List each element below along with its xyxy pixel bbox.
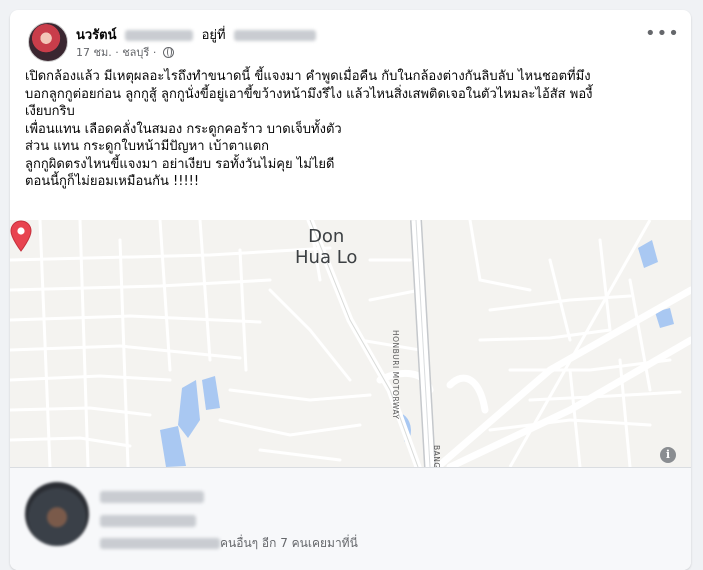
motorway-label-2: BANG: [432, 445, 441, 467]
author-surname-blurred: [125, 30, 194, 41]
more-options-button[interactable]: •••: [645, 24, 679, 48]
post-text-line: ลูกกูผิดตรงไหนขี้แจงมา อย่าเงียบ รอทั้งว…: [25, 156, 335, 172]
motorway-label: HONBURI MOTORWAY: [391, 330, 400, 420]
visitors-text: คนอื่นๆ อีก 7 คนเคยมาที่นี่: [220, 536, 358, 550]
post-location[interactable]: ชลบุรี: [122, 46, 149, 59]
place-name-blurred[interactable]: [234, 30, 317, 41]
map-info-icon[interactable]: i: [660, 447, 676, 463]
post-time[interactable]: 17 ชม.: [76, 46, 112, 59]
map-place-line1: Don: [308, 226, 345, 247]
globe-icon: [162, 47, 174, 58]
post-text-line: บอกลูกกูต่อยก่อน ลูกกูสู้ ลูกกูนั่งขี้อย…: [25, 86, 593, 102]
post-text-line: เงียบกริบ: [25, 104, 75, 119]
post-card: นวรัตน์ อยู่ที่ 17 ชม. · ชลบุรี · ••• เป…: [10, 10, 691, 570]
author-name[interactable]: นวรัตน์: [76, 28, 117, 43]
blurred-text: [100, 538, 220, 549]
post-text-line: ส่วน แทน กระดูกใบหน้ามีปัญหา เบ้าตาแตก: [25, 139, 270, 154]
location-map[interactable]: Don Hua Lo HONBURI MOTORWAY BANG i: [10, 220, 691, 467]
post-text-line: ตอนนี้กูก็ไม่ยอมเหมือนกัน !!!!!: [25, 174, 200, 189]
blurred-text: [100, 490, 204, 503]
place-thumbnail[interactable]: [25, 482, 89, 546]
post-text-line: เพื่อนแทน เลือดคลั่งในสมอง กระดูกคอร้าว …: [25, 121, 342, 137]
blurred-text: [100, 514, 196, 527]
place-category-blurred: [100, 510, 196, 529]
place-visitors: คนอื่นๆ อีก 7 คนเคยมาที่นี่: [100, 534, 358, 553]
post-header: นวรัตน์ อยู่ที่ 17 ชม. · ชลบุรี · •••: [10, 10, 691, 70]
meta-separator-2: ·: [152, 46, 157, 59]
map-pin-icon: [10, 220, 32, 252]
author-avatar[interactable]: [28, 22, 68, 62]
post-text-line: เปิดกล้องแล้ว มีเหตุผลอะไรถึงทำขนาดนี้ ข…: [25, 69, 591, 84]
map-place-label: Don Hua Lo: [295, 226, 357, 268]
place-title-blurred[interactable]: [100, 486, 204, 505]
author-line: นวรัตน์ อยู่ที่: [76, 24, 317, 45]
post-meta: 17 ชม. · ชลบุรี ·: [76, 43, 174, 61]
at-label: อยู่ที่: [201, 28, 226, 43]
meta-separator: ·: [115, 46, 119, 59]
map-place-line2: Hua Lo: [295, 247, 358, 268]
place-footer[interactable]: คนอื่นๆ อีก 7 คนเคยมาที่นี่: [10, 468, 691, 570]
post-text: เปิดกล้องแล้ว มีเหตุผลอะไรถึงทำขนาดนี้ ข…: [25, 68, 685, 191]
